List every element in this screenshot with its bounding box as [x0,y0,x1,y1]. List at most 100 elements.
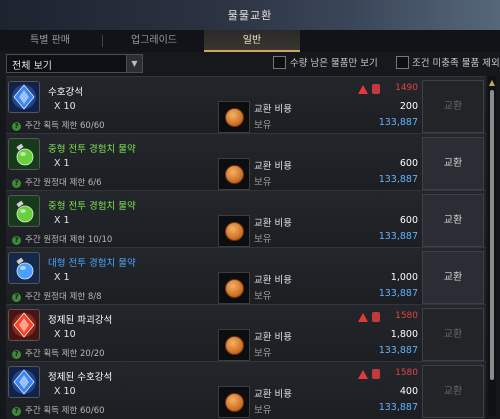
owned-value: 133,887 [378,231,418,242]
cost-value: 200 [399,101,418,112]
exchange-item-row: 수호강석 X 10? 주간 획득 제한 60/60 1490 교환 비용 200 보유 133… [6,76,486,134]
warning-icon [358,85,368,94]
purchase-limit-text: 주간 획득 제한 60/60 [25,121,105,131]
tab-bar: 특별 판매 업그레이드 일반 [0,30,500,52]
owned-value: 133,887 [378,288,418,299]
red-crystal-icon[interactable] [8,309,40,341]
exchange-button[interactable]: 교환 [422,137,484,190]
item-name: 대형 전투 경험치 물약 [48,258,136,269]
item-name: 정제된 수호강석 [48,372,113,383]
item-name: 수호강석 [48,87,83,98]
cost-value: 600 [399,158,418,169]
exclude-unmet-label: 조건 미충족 물품 제외 [412,58,500,69]
warning-icon [358,313,368,322]
scrollbar[interactable]: ▲ [488,76,496,416]
cost-value: 600 [399,215,418,226]
cost-value: 1,000 [390,272,418,283]
coin-icon [225,165,244,184]
tab-upgrade[interactable]: 업그레이드 [104,30,204,52]
currency-slot [218,215,250,247]
item-name: 정제된 파괴강석 [48,315,113,326]
exchange-item-row: 정제된 파괴강석 X 10? 주간 획득 제한 20/20 1580 교환 비용 1,80… [6,304,486,362]
currency-slot [218,329,250,361]
item-quantity: X 10 [54,386,76,397]
purchase-limit: ? 주간 획득 제한 60/60 [12,404,105,416]
purchase-limit-text: 주간 원정대 제한 10/10 [25,235,113,245]
owned-value: 133,887 [378,345,418,356]
item-quantity: X 10 [54,101,76,112]
tab-special-sale[interactable]: 특별 판매 [0,30,100,52]
tab-general[interactable]: 일반 [204,30,300,52]
coin-icon [225,393,244,412]
purchase-limit: ? 주간 획득 제한 60/60 [12,119,105,131]
currency-slot [218,272,250,304]
item-quantity: X 1 [54,215,70,226]
remaining-only-label: 수량 남은 물품만 보기 [290,58,378,69]
coin-icon [225,108,244,127]
question-icon[interactable]: ? [12,350,21,359]
special-cost: 1490 [395,83,418,93]
purchase-limit-text: 주간 원정대 제한 8/8 [25,292,102,302]
purchase-limit-text: 주간 획득 제한 60/60 [25,406,105,416]
special-currency-icon [372,369,380,379]
exchange-button[interactable]: 교환 [422,365,484,418]
scroll-thumb[interactable] [490,90,494,380]
cost-label: 교환 비용 [254,389,292,400]
cost-label: 교환 비용 [254,104,292,115]
exchange-item-row: 정제된 수호강석 X 10? 주간 획득 제한 60/60 1580 교환 비용 400 보… [6,361,486,419]
blue-potion-icon[interactable] [8,252,40,284]
cost-label: 교환 비용 [254,161,292,172]
chevron-down-icon[interactable]: ▼ [126,55,142,72]
exclude-unmet-checkbox[interactable] [396,56,409,69]
question-icon[interactable]: ? [12,407,21,416]
exchange-button[interactable]: 교환 [422,80,484,133]
currency-slot [218,386,250,418]
green-potion-icon[interactable] [8,195,40,227]
special-cost: 1580 [395,311,418,321]
exchange-button[interactable]: 교환 [422,251,484,304]
exchange-item-row: 중형 전투 경험치 물약 X 1? 주간 원정대 제한 6/6 교환 비용 600 보유 1… [6,133,486,191]
exchange-list: 수호강석 X 10? 주간 획득 제한 60/60 1490 교환 비용 200 보유 133… [6,76,486,419]
category-select[interactable]: 전체 보기 ▼ [6,54,143,73]
currency-slot [218,101,250,133]
coin-icon [225,336,244,355]
owned-value: 133,887 [378,174,418,185]
exchange-button[interactable]: 교환 [422,194,484,247]
question-icon[interactable]: ? [12,236,21,245]
owned-value: 133,887 [378,402,418,413]
currency-slot [218,158,250,190]
cost-label: 교환 비용 [254,275,292,286]
exchange-item-row: 대형 전투 경험치 물약 X 1? 주간 원정대 제한 8/8 교환 비용 1,000 보… [6,247,486,305]
owned-label: 보유 [254,234,272,245]
owned-label: 보유 [254,348,272,359]
blue-crystal-icon[interactable] [8,366,40,398]
purchase-limit-text: 주간 획득 제한 20/20 [25,349,105,359]
question-icon[interactable]: ? [12,179,21,188]
question-icon[interactable]: ? [12,122,21,131]
scroll-up-icon[interactable]: ▲ [488,78,496,88]
warning-icon [358,370,368,379]
question-icon[interactable]: ? [12,293,21,302]
owned-label: 보유 [254,291,272,302]
owned-label: 보유 [254,405,272,416]
cost-label: 교환 비용 [254,332,292,343]
purchase-limit: ? 주간 원정대 제한 6/6 [12,176,102,188]
item-quantity: X 1 [54,158,70,169]
window-title: 물물교환 [227,9,273,22]
exchange-item-row: 중형 전투 경험치 물약 X 1? 주간 원정대 제한 10/10 교환 비용 600 보… [6,190,486,248]
purchase-limit-text: 주간 원정대 제한 6/6 [25,178,102,188]
green-potion-icon[interactable] [8,138,40,170]
blue-crystal-icon[interactable] [8,81,40,113]
owned-label: 보유 [254,177,272,188]
special-cost: 1580 [395,368,418,378]
cost-label: 교환 비용 [254,218,292,229]
remaining-only-checkbox[interactable] [273,56,286,69]
exchange-button[interactable]: 교환 [422,308,484,361]
cost-value: 1,800 [390,329,418,340]
item-name: 중형 전투 경험치 물약 [48,144,136,155]
owned-value: 133,887 [378,117,418,128]
special-currency-icon [372,84,380,94]
purchase-limit: ? 주간 원정대 제한 10/10 [12,233,112,245]
filter-bar: 전체 보기 ▼ 수량 남은 물품만 보기 조건 미충족 물품 제외 [0,52,500,74]
category-select-value: 전체 보기 [12,61,52,72]
